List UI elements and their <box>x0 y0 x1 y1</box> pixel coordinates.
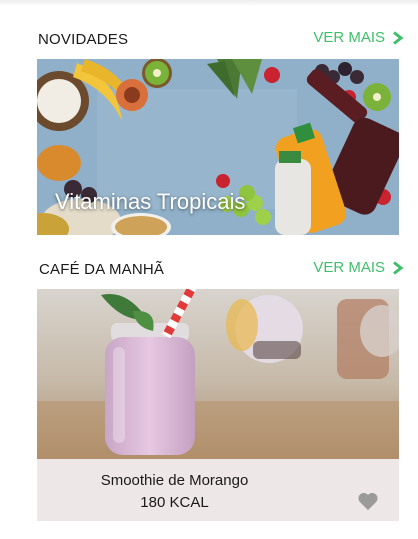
banner-caption: Vitaminas Tropicais <box>55 189 246 214</box>
recipe-calories: 180 KCAL <box>140 494 209 511</box>
novidades-title: NOVIDADES <box>38 31 129 48</box>
cafe-da-manha-title: CAFÉ DA MANHÃ <box>39 261 165 278</box>
ver-mais-label: VER MAIS <box>313 29 385 46</box>
top-shadow <box>0 0 418 6</box>
chevron-right-icon <box>393 260 404 275</box>
ver-mais-label: VER MAIS <box>313 259 385 276</box>
recipe-info: Smoothie de Morango 180 KCAL <box>37 459 399 521</box>
recipe-photo <box>37 289 399 459</box>
novidades-header: NOVIDADES VER MAIS <box>0 27 418 51</box>
vitaminas-tropicais-banner[interactable]: Vitaminas Tropicais <box>37 59 399 235</box>
smoothie-photo <box>37 289 399 459</box>
recipe-name: Smoothie de Morango <box>100 472 249 489</box>
recipe-card[interactable]: Smoothie de Morango 180 KCAL <box>37 289 399 521</box>
heart-icon[interactable] <box>357 491 379 511</box>
novidades-ver-mais-link[interactable]: VER MAIS <box>313 29 404 46</box>
cafe-da-manha-header: CAFÉ DA MANHÃ VER MAIS <box>0 257 418 281</box>
chevron-right-icon <box>393 30 404 45</box>
cafe-ver-mais-link[interactable]: VER MAIS <box>313 259 404 276</box>
